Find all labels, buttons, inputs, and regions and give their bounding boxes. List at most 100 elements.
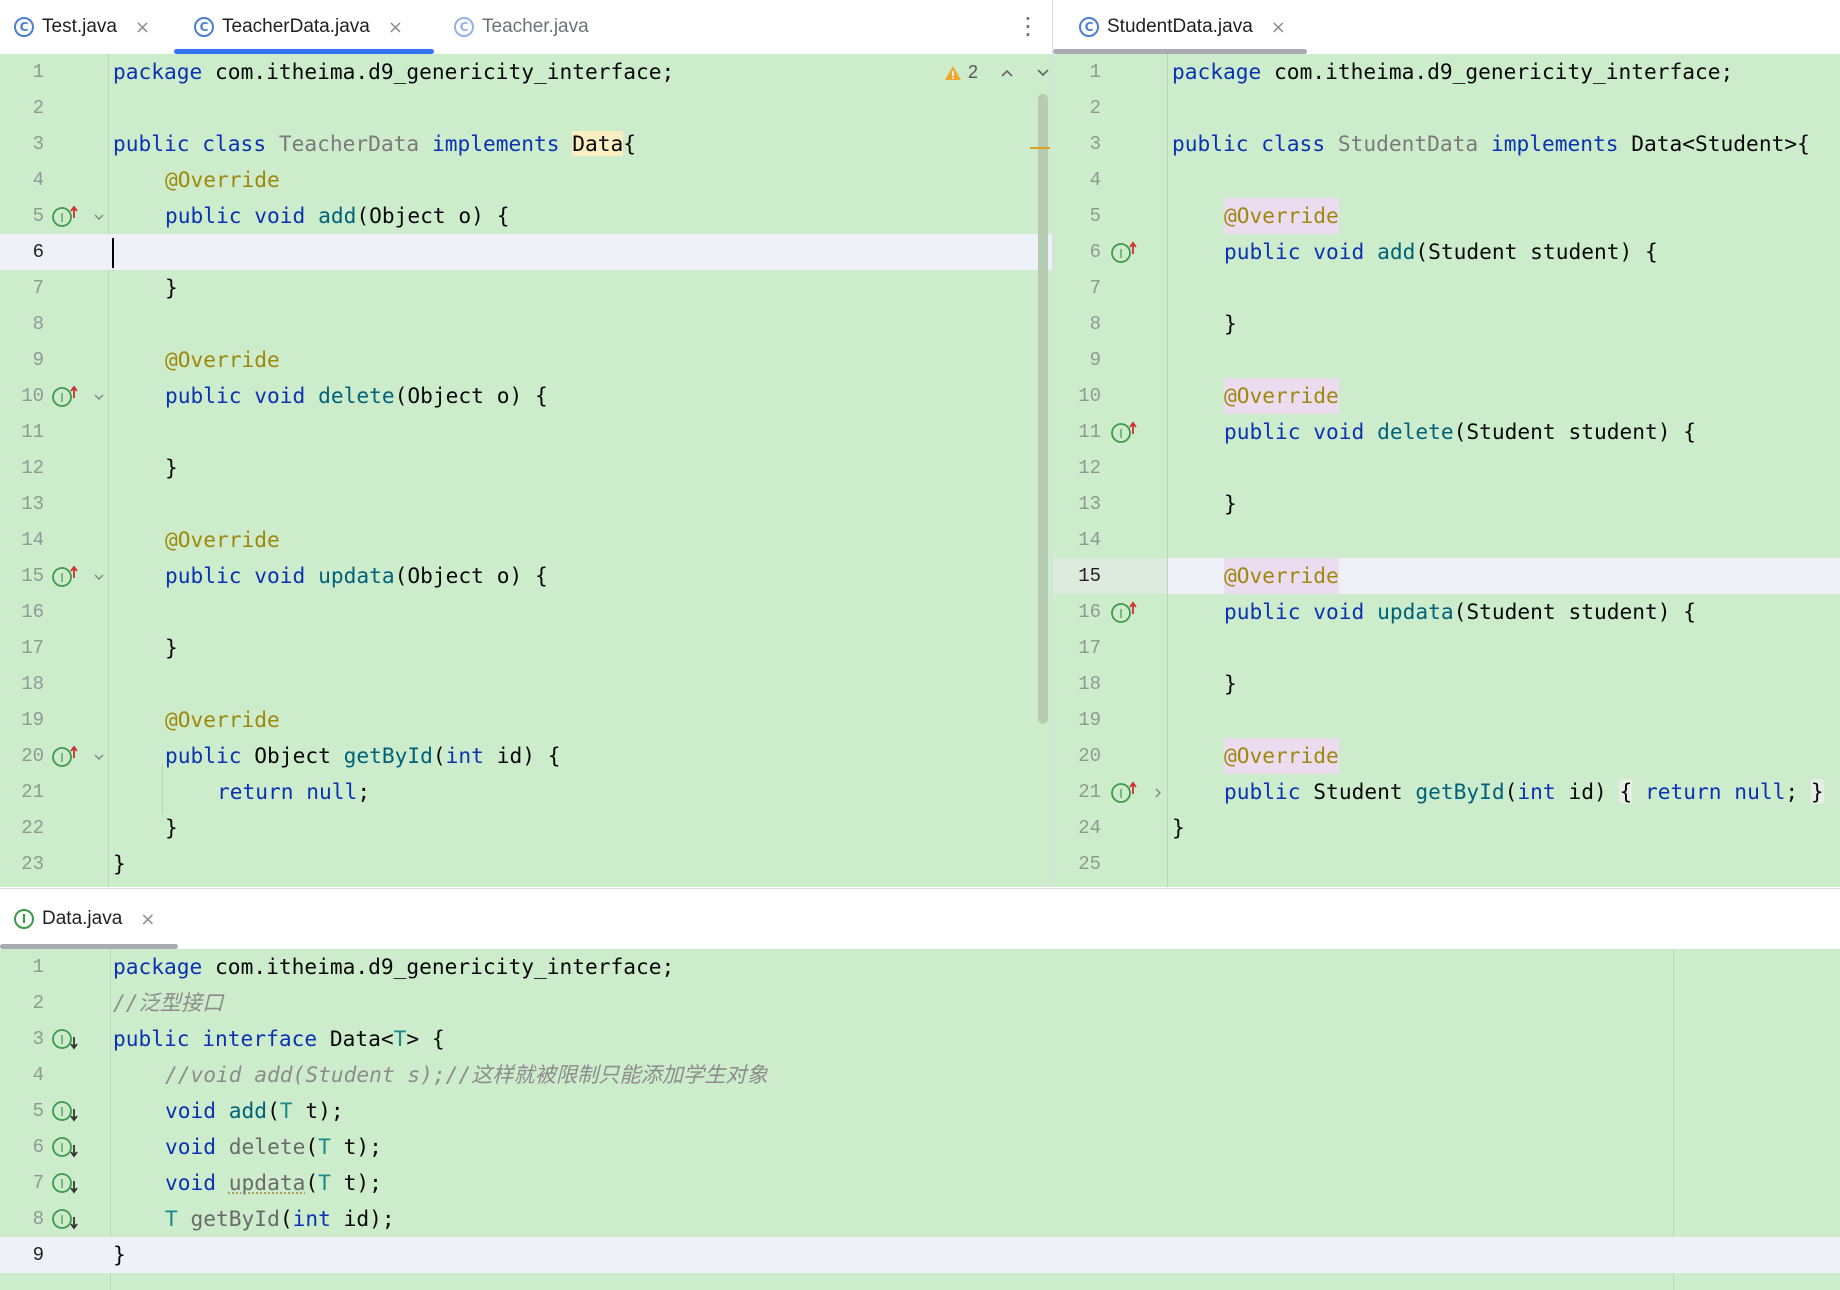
implemented-icon[interactable]: I [50,1171,80,1195]
text-caret [112,238,114,268]
close-icon[interactable]: × [135,17,150,38]
code-line: 6 void delete(T t); [32,1134,382,1159]
code-line: 17 [1078,637,1101,659]
code-editor[interactable]: 2 1 package com.itheima.d9_genericity_int… [0,54,1052,887]
svg-text:I: I [60,1141,64,1155]
code-line: 9 [1089,349,1101,371]
code-line: 8T getById(int id); [32,1206,395,1231]
implements-method-icon[interactable]: I [50,744,80,768]
code-line: 3 public interface Data<T> { [32,1026,445,1051]
code-line: 5 @Override [1053,198,1840,234]
code-line: 7 void updata(T t); [32,1170,382,1195]
svg-text:I: I [1119,787,1123,801]
svg-text:I: I [1119,427,1123,441]
code-line: 14 [1078,529,1101,551]
fold-chevron-right-icon[interactable] [1151,786,1165,800]
code-line: 1 package com.itheima.d9_genericity_inter… [32,59,675,84]
editor-pane-teacherdata: C Test.java × C TeacherData.java × C Tea… [0,0,1052,887]
code-line: 5 void add(T t); [32,1098,344,1123]
implemented-icon[interactable]: I [50,1027,80,1051]
code-line: 9 @Override [32,347,280,372]
code-line: 24} [1078,815,1185,840]
implements-method-icon[interactable]: I [1109,600,1139,624]
class-file-icon: C [454,17,474,37]
code-line: 11 public void delete(Student student) { [1078,419,1697,444]
more-tabs-icon[interactable]: ⋮ [1016,12,1040,40]
code-line: 10 public void delete(Object o) { [21,383,548,408]
code-line: 18 [21,673,44,695]
implemented-icon[interactable]: I [50,1135,80,1159]
class-file-icon: C [194,17,214,37]
code-line: 3 public class TeacherData implements Dat… [32,131,637,156]
svg-text:I: I [60,391,64,405]
code-line: 16 [21,601,44,623]
code-line: 19 @Override [21,707,280,732]
fold-chevron-icon[interactable] [92,750,106,764]
fold-chevron-icon[interactable] [92,570,106,584]
editor-pane-data: I Data.java × 1 package com.itheima.d9_ge… [0,888,1840,1290]
code-line: 10 @Override [1053,378,1840,414]
tab-teacher-java[interactable]: C Teacher.java [440,0,640,54]
implements-method-icon[interactable]: I [1109,240,1139,264]
folded-code-region: { [1619,779,1633,804]
code-line: 3 public class StudentData implements Dat… [1089,131,1810,156]
code-line: 4 [1089,169,1101,191]
tab-bar: C StudentData.java × [1053,0,1840,55]
code-line: 12 [1078,457,1101,479]
code-line: 25 [1078,853,1101,875]
close-icon[interactable]: × [388,17,403,38]
code-line: 7 [1089,277,1101,299]
code-line: 15 public void updata(Object o) { [21,563,548,588]
code-line: 2 [32,97,44,119]
implements-method-icon[interactable]: I [1109,420,1139,444]
implements-method-icon[interactable]: I [50,564,80,588]
code-line: 8 [32,313,44,335]
svg-text:I: I [1119,607,1123,621]
code-editor[interactable]: 1 package com.itheima.d9_genericity_inter… [0,949,1840,1290]
svg-text:I: I [60,751,64,765]
implements-method-icon[interactable]: I [50,384,80,408]
code-line: 20 public Object getById(int id) { [21,743,561,768]
code-editor[interactable]: 1 package com.itheima.d9_genericity_inter… [1053,54,1840,887]
code-line: 4//void add(Student s);//这样就被限制只能添加学生对象 [32,1062,768,1087]
code-line: 21 return null; [21,779,371,804]
tab-bar: I Data.java × [0,889,1840,950]
close-icon[interactable]: × [140,909,155,930]
tab-test-java[interactable]: C Test.java × [0,0,180,54]
svg-text:I: I [60,1105,64,1119]
code-line: 1 package com.itheima.d9_genericity_inter… [32,954,675,979]
code-line: 12} [21,455,178,480]
svg-text:I: I [60,571,64,585]
code-line: 21 public Student getById(int id) { retur… [1078,779,1824,804]
tab-teacherdata-java[interactable]: C TeacherData.java × [180,0,436,54]
svg-text:I: I [60,211,64,225]
class-file-icon: C [1079,17,1099,37]
interface-file-icon: I [14,909,34,929]
code-line: 23} [21,851,126,876]
code-line: 7} [32,275,178,300]
tab-data-java[interactable]: I Data.java × [0,889,180,949]
code-line: 8} [1089,311,1237,336]
code-line: 20 @Override [1053,738,1840,774]
implements-method-icon[interactable]: I [1109,780,1139,804]
code-line: 18} [1078,671,1237,696]
implemented-icon[interactable]: I [50,1099,80,1123]
code-line: 11 [21,421,44,443]
close-icon[interactable]: × [1271,17,1286,38]
fold-chevron-icon[interactable] [92,210,106,224]
class-file-icon: C [14,17,34,37]
implements-method-icon[interactable]: I [50,204,80,228]
code-line: 6 public void add(Student student) { [1089,239,1658,264]
code-line: 16 public void updata(Student student) { [1078,599,1697,624]
code-line: 15 @Override [1053,558,1840,594]
code-line: 2 [1089,97,1101,119]
fold-chevron-icon[interactable] [92,390,106,404]
implemented-icon[interactable]: I [50,1207,80,1231]
code-line: 9} [32,1242,126,1267]
svg-text:I: I [60,1213,64,1227]
code-line: 17} [21,635,178,660]
editor-pane-studentdata: C StudentData.java × 1 package com.itheim… [1052,0,1840,887]
code-line: 13} [1078,491,1237,516]
svg-text:I: I [60,1033,64,1047]
tab-studentdata-java[interactable]: C StudentData.java × [1065,0,1313,54]
